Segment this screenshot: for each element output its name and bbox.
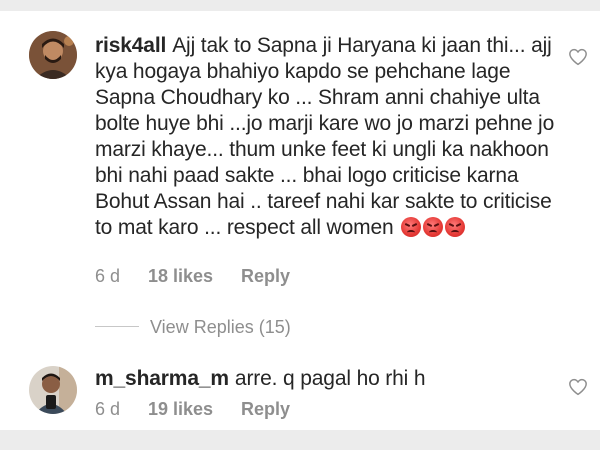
heart-outline-icon[interactable] xyxy=(568,48,588,66)
comment-body: risk4all Ajj tak to Sapna ji Haryana ki j… xyxy=(95,33,555,241)
likes-count[interactable]: 19 likes xyxy=(148,399,213,420)
heart-outline-icon[interactable] xyxy=(568,378,588,396)
reply-button[interactable]: Reply xyxy=(241,399,290,420)
angry-face-emoji xyxy=(401,217,422,237)
avatar[interactable] xyxy=(29,366,77,414)
view-replies-button[interactable]: View Replies (15) xyxy=(150,317,291,338)
angry-face-emoji xyxy=(423,217,444,237)
angry-face-emoji xyxy=(445,217,466,237)
comment-time: 6 d xyxy=(95,399,121,419)
comment-time: 6 d xyxy=(95,266,121,286)
comments-panel: risk4all Ajj tak to Sapna ji Haryana ki j… xyxy=(0,11,600,430)
replies-divider xyxy=(95,326,139,327)
comment-meta: 6 d 19 likes Reply xyxy=(95,399,395,421)
comment-body: m_sharma_m arre. q pagal ho rhi h xyxy=(95,366,555,392)
comment-text: Ajj tak to Sapna ji Haryana ki jaan thi.… xyxy=(95,34,555,239)
likes-count[interactable]: 18 likes xyxy=(148,266,213,287)
avatar[interactable] xyxy=(29,31,77,79)
comment-username[interactable]: m_sharma_m xyxy=(95,367,229,390)
avatar-image xyxy=(29,31,77,79)
reply-button[interactable]: Reply xyxy=(241,266,290,287)
comment-meta: 6 d 18 likes Reply xyxy=(95,266,395,288)
comment-username[interactable]: risk4all xyxy=(95,34,166,57)
avatar-image xyxy=(29,366,77,414)
comment-text: arre. q pagal ho rhi h xyxy=(234,367,426,390)
